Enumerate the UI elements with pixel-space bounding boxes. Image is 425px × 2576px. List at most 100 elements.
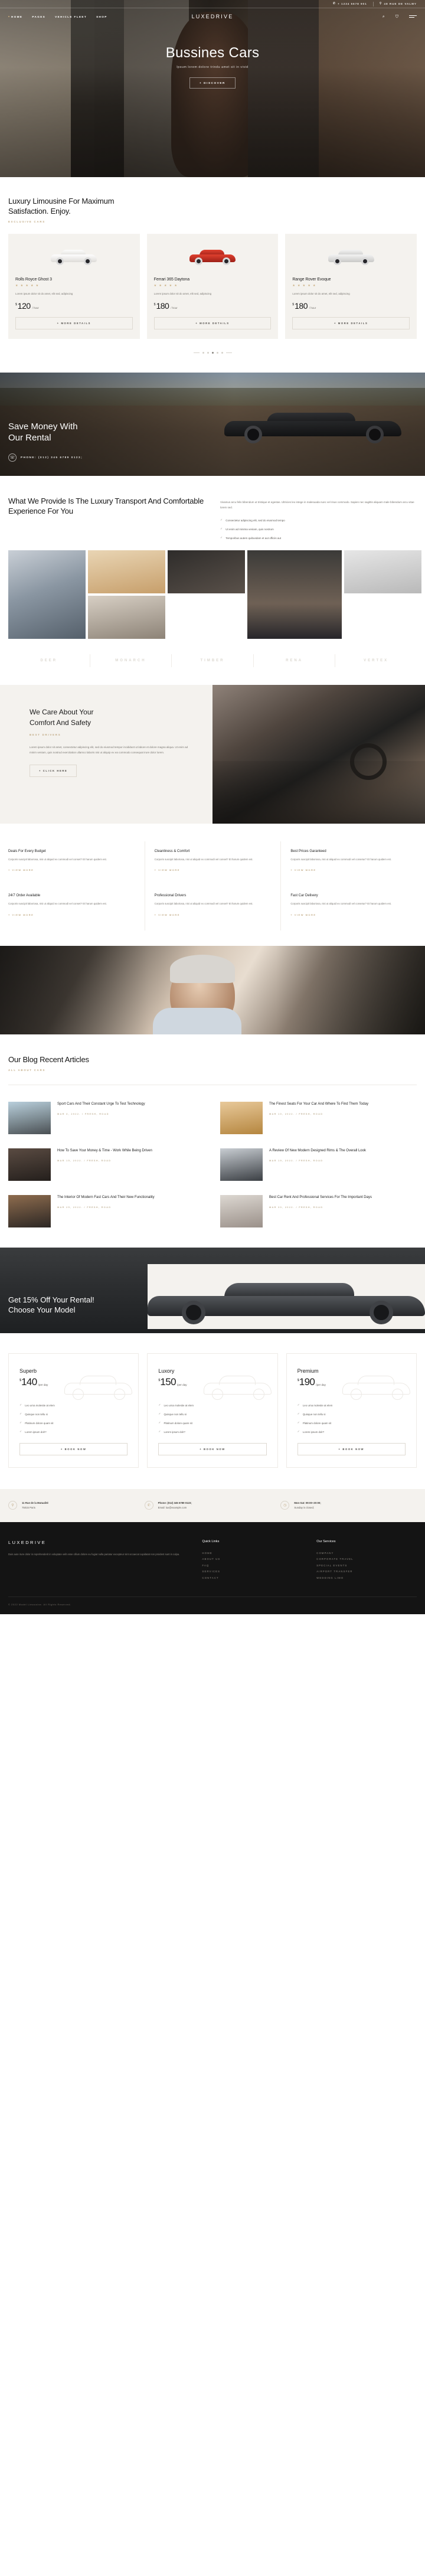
carousel-dot[interactable] bbox=[202, 351, 204, 354]
nav-label: SHOP bbox=[96, 15, 107, 18]
plan-feature-label: Lorem ipsum dolr? bbox=[25, 1430, 47, 1434]
feature-text: Corporis suscipit laboriosa, nisi ut ali… bbox=[154, 902, 253, 906]
car-name: Rolls Royce Ghost 3 bbox=[15, 277, 52, 282]
topbar-divider bbox=[372, 1, 374, 6]
more-details-button[interactable]: + MORE DETAILS bbox=[153, 316, 272, 329]
blog-post[interactable]: The Interior Of Modern Fast Cars And The… bbox=[8, 1189, 205, 1236]
post-date: MAR 25, 2022. / FRESH, ROAD bbox=[57, 1205, 112, 1209]
car-description: Lorem ipsum dolor sit do amet, elit sed,… bbox=[15, 292, 73, 296]
hamburger-icon[interactable] bbox=[409, 15, 417, 18]
nav-item-shop[interactable]: SHOP bbox=[96, 15, 107, 18]
view-more-link[interactable]: + VIEW MORE bbox=[290, 869, 316, 871]
save-money-banner: Save Money With Our Rental ☏ PHONE: (012… bbox=[0, 372, 425, 476]
post-thumbnail bbox=[220, 1102, 263, 1135]
footer-service-airport-transfer[interactable]: AIRPORT TRANSFER bbox=[316, 1569, 417, 1575]
banner-phone-row[interactable]: ☏ PHONE: (012) 345 6789 0123; bbox=[8, 453, 83, 462]
car-image bbox=[15, 242, 133, 272]
footer-service-company[interactable]: COMPANY bbox=[316, 1550, 417, 1557]
plan-feature: ✓ Platinum dolore quam sit bbox=[298, 1421, 406, 1425]
car-card[interactable]: Range Rover Evoque ★ ★ ★ ★ ★ Lorem ipsum… bbox=[285, 234, 417, 339]
footer-link-faq[interactable]: FAQ bbox=[202, 1563, 302, 1569]
check-icon: ✓ bbox=[19, 1421, 22, 1425]
blog-post[interactable]: Best Car Rent And Professional Services … bbox=[220, 1189, 417, 1236]
book-now-button[interactable]: + BOOK NOW bbox=[158, 1443, 267, 1456]
blog-post[interactable]: Sport Cars And Their Constant Urge To Te… bbox=[8, 1096, 205, 1142]
feature-card: Fast Car Delivery Corporis suscipit labo… bbox=[280, 886, 417, 931]
view-more-link[interactable]: + VIEW MORE bbox=[290, 913, 316, 916]
footer-logo[interactable]: LUXEDRIVE bbox=[8, 1540, 188, 1545]
feature-card: Deals For Every Budget Corporis suscipit… bbox=[8, 841, 145, 886]
post-title: Best Car Rent And Professional Services … bbox=[269, 1196, 372, 1200]
check-label: Temporibus autem quibusdam et aut offici… bbox=[225, 536, 282, 540]
blog-post[interactable]: The Finest Seats For Your Car And Where … bbox=[220, 1096, 417, 1142]
footer-service-corporate-travel[interactable]: CORPORATE TRAVEL bbox=[316, 1556, 417, 1563]
cars-title: Luxury Limousine For Maximum Satisfactio… bbox=[8, 197, 115, 216]
nav-label: VEHICLE FLEET bbox=[55, 15, 87, 18]
view-more-link[interactable]: + VIEW MORE bbox=[155, 913, 180, 916]
plan-features: ✓ Leo urna molestie at elem ✓ Quisque non … bbox=[298, 1403, 406, 1434]
car-price: $ 180 / hour bbox=[292, 302, 410, 310]
footer-link-contact[interactable]: CONTACT bbox=[202, 1575, 302, 1582]
plan-feature-label: Platinum dolore quam sit bbox=[164, 1421, 192, 1425]
footer-service-special-events[interactable]: SPECIAL EVENTS bbox=[316, 1563, 417, 1569]
post-meta: Sport Cars And Their Constant Urge To Te… bbox=[57, 1102, 145, 1134]
blog-title: Our Blog Recent Articles bbox=[8, 1054, 89, 1064]
search-icon[interactable]: ⌕ bbox=[382, 15, 385, 19]
blog-section: Our Blog Recent Articles ALL ABOUT CARS … bbox=[0, 1034, 425, 1236]
view-more-link[interactable]: + VIEW MORE bbox=[8, 913, 34, 916]
feature-text: Corporis suscipit laboriosa, nisi ut ali… bbox=[290, 902, 392, 906]
plan-price: $ 190 /per day bbox=[298, 1377, 406, 1387]
view-more-link[interactable]: + VIEW MORE bbox=[8, 869, 34, 871]
blog-post[interactable]: A Review Of New Modern Designed Rims & T… bbox=[220, 1142, 417, 1189]
nav-label: HOME bbox=[11, 15, 23, 18]
more-details-button[interactable]: + MORE DETAILS bbox=[15, 316, 133, 329]
post-thumbnail bbox=[220, 1195, 263, 1228]
nav-item-vehicle-fleet[interactable]: VEHICLE FLEET bbox=[55, 15, 87, 18]
hero-discover-button[interactable]: + DISCOVER bbox=[189, 77, 236, 89]
care-click-here-button[interactable]: + CLICK HERE bbox=[30, 765, 77, 778]
car-description: Lorem ipsum dolor sit do amet, elit sed,… bbox=[153, 292, 212, 296]
book-now-button[interactable]: + BOOK NOW bbox=[19, 1443, 128, 1456]
page-root: ✆ + 1234 5678 901 ⚲ 48 RUE DE VALMY HOME… bbox=[0, 0, 425, 1615]
topbar-phone[interactable]: ✆ + 1234 5678 901 bbox=[333, 2, 367, 6]
plan-name: Premium bbox=[297, 1368, 319, 1374]
offer-banner: Get 15% Off Your Rental! Choose Your Mod… bbox=[0, 1248, 425, 1334]
cars-section: Luxury Limousine For Maximum Satisfactio… bbox=[0, 177, 425, 373]
car-card[interactable]: Ferrari 365 Daytona ★ ★ ★ ★ ★ Lorem ipsu… bbox=[146, 234, 279, 339]
topbar-location-text: 48 RUE DE VALMY bbox=[384, 2, 417, 5]
banner-phone-text: PHONE: (012) 345 6789 0123; bbox=[21, 456, 83, 459]
nav-item-pages[interactable]: PAGES bbox=[32, 15, 45, 18]
currency-symbol: $ bbox=[19, 1379, 22, 1383]
topbar-location[interactable]: ⚲ 48 RUE DE VALMY bbox=[379, 2, 417, 6]
carousel-pagination[interactable] bbox=[8, 339, 417, 369]
carousel-dot[interactable] bbox=[207, 351, 209, 354]
view-more-link[interactable]: + VIEW MORE bbox=[155, 869, 180, 871]
care-image bbox=[212, 685, 425, 824]
footer-link-about-us[interactable]: ABOUT US bbox=[202, 1556, 302, 1563]
check-icon: ✓ bbox=[220, 536, 223, 540]
footer-service-wedding-limo[interactable]: WEDDING LIMO bbox=[316, 1575, 417, 1582]
feature-text: Corporis suscipit laboriosa, nisi ut ali… bbox=[154, 858, 253, 861]
footer-link-home[interactable]: HOME bbox=[202, 1550, 302, 1557]
carousel-dot[interactable] bbox=[216, 351, 218, 354]
post-date: MAR 30, 2022. / FRESH, ROAD bbox=[269, 1205, 323, 1209]
check-icon: ✓ bbox=[220, 518, 223, 523]
more-details-button[interactable]: + MORE DETAILS bbox=[292, 316, 410, 329]
plan-feature: ✓ Leo urna molestie at elem bbox=[158, 1403, 266, 1407]
price-unit: /per day bbox=[316, 1383, 326, 1387]
book-now-button[interactable]: + BOOK NOW bbox=[297, 1443, 406, 1456]
check-item: ✓ Temporibus autem quibusdam et aut offic… bbox=[220, 536, 417, 540]
blog-post[interactable]: How To Save Your Money & Time - Work Whi… bbox=[8, 1142, 205, 1189]
footer-services-title: Our Services bbox=[316, 1539, 336, 1543]
nav-item-home[interactable]: HOME bbox=[8, 15, 22, 18]
carousel-dot-active[interactable] bbox=[211, 351, 214, 354]
map-pin-icon: ⚲ bbox=[379, 2, 382, 5]
contact-text: Phone: (012) 345 6789 0123; Email: lux@e… bbox=[158, 1501, 192, 1510]
bag-icon[interactable]: ⛉ bbox=[395, 15, 398, 19]
plan-feature: ✓ Leo urna molestie at elem bbox=[298, 1403, 406, 1407]
carousel-dot[interactable] bbox=[221, 351, 223, 354]
car-card[interactable]: Rolls Royce Ghost 3 ★ ★ ★ ★ ★ Lorem ipsu… bbox=[8, 234, 140, 339]
plan-feature: ✓ Lorem ipsum dolr? bbox=[158, 1430, 266, 1434]
offer-title: Get 15% Off Your Rental! Choose Your Mod… bbox=[8, 1295, 94, 1315]
footer-link-services[interactable]: SERVICES bbox=[202, 1569, 302, 1575]
